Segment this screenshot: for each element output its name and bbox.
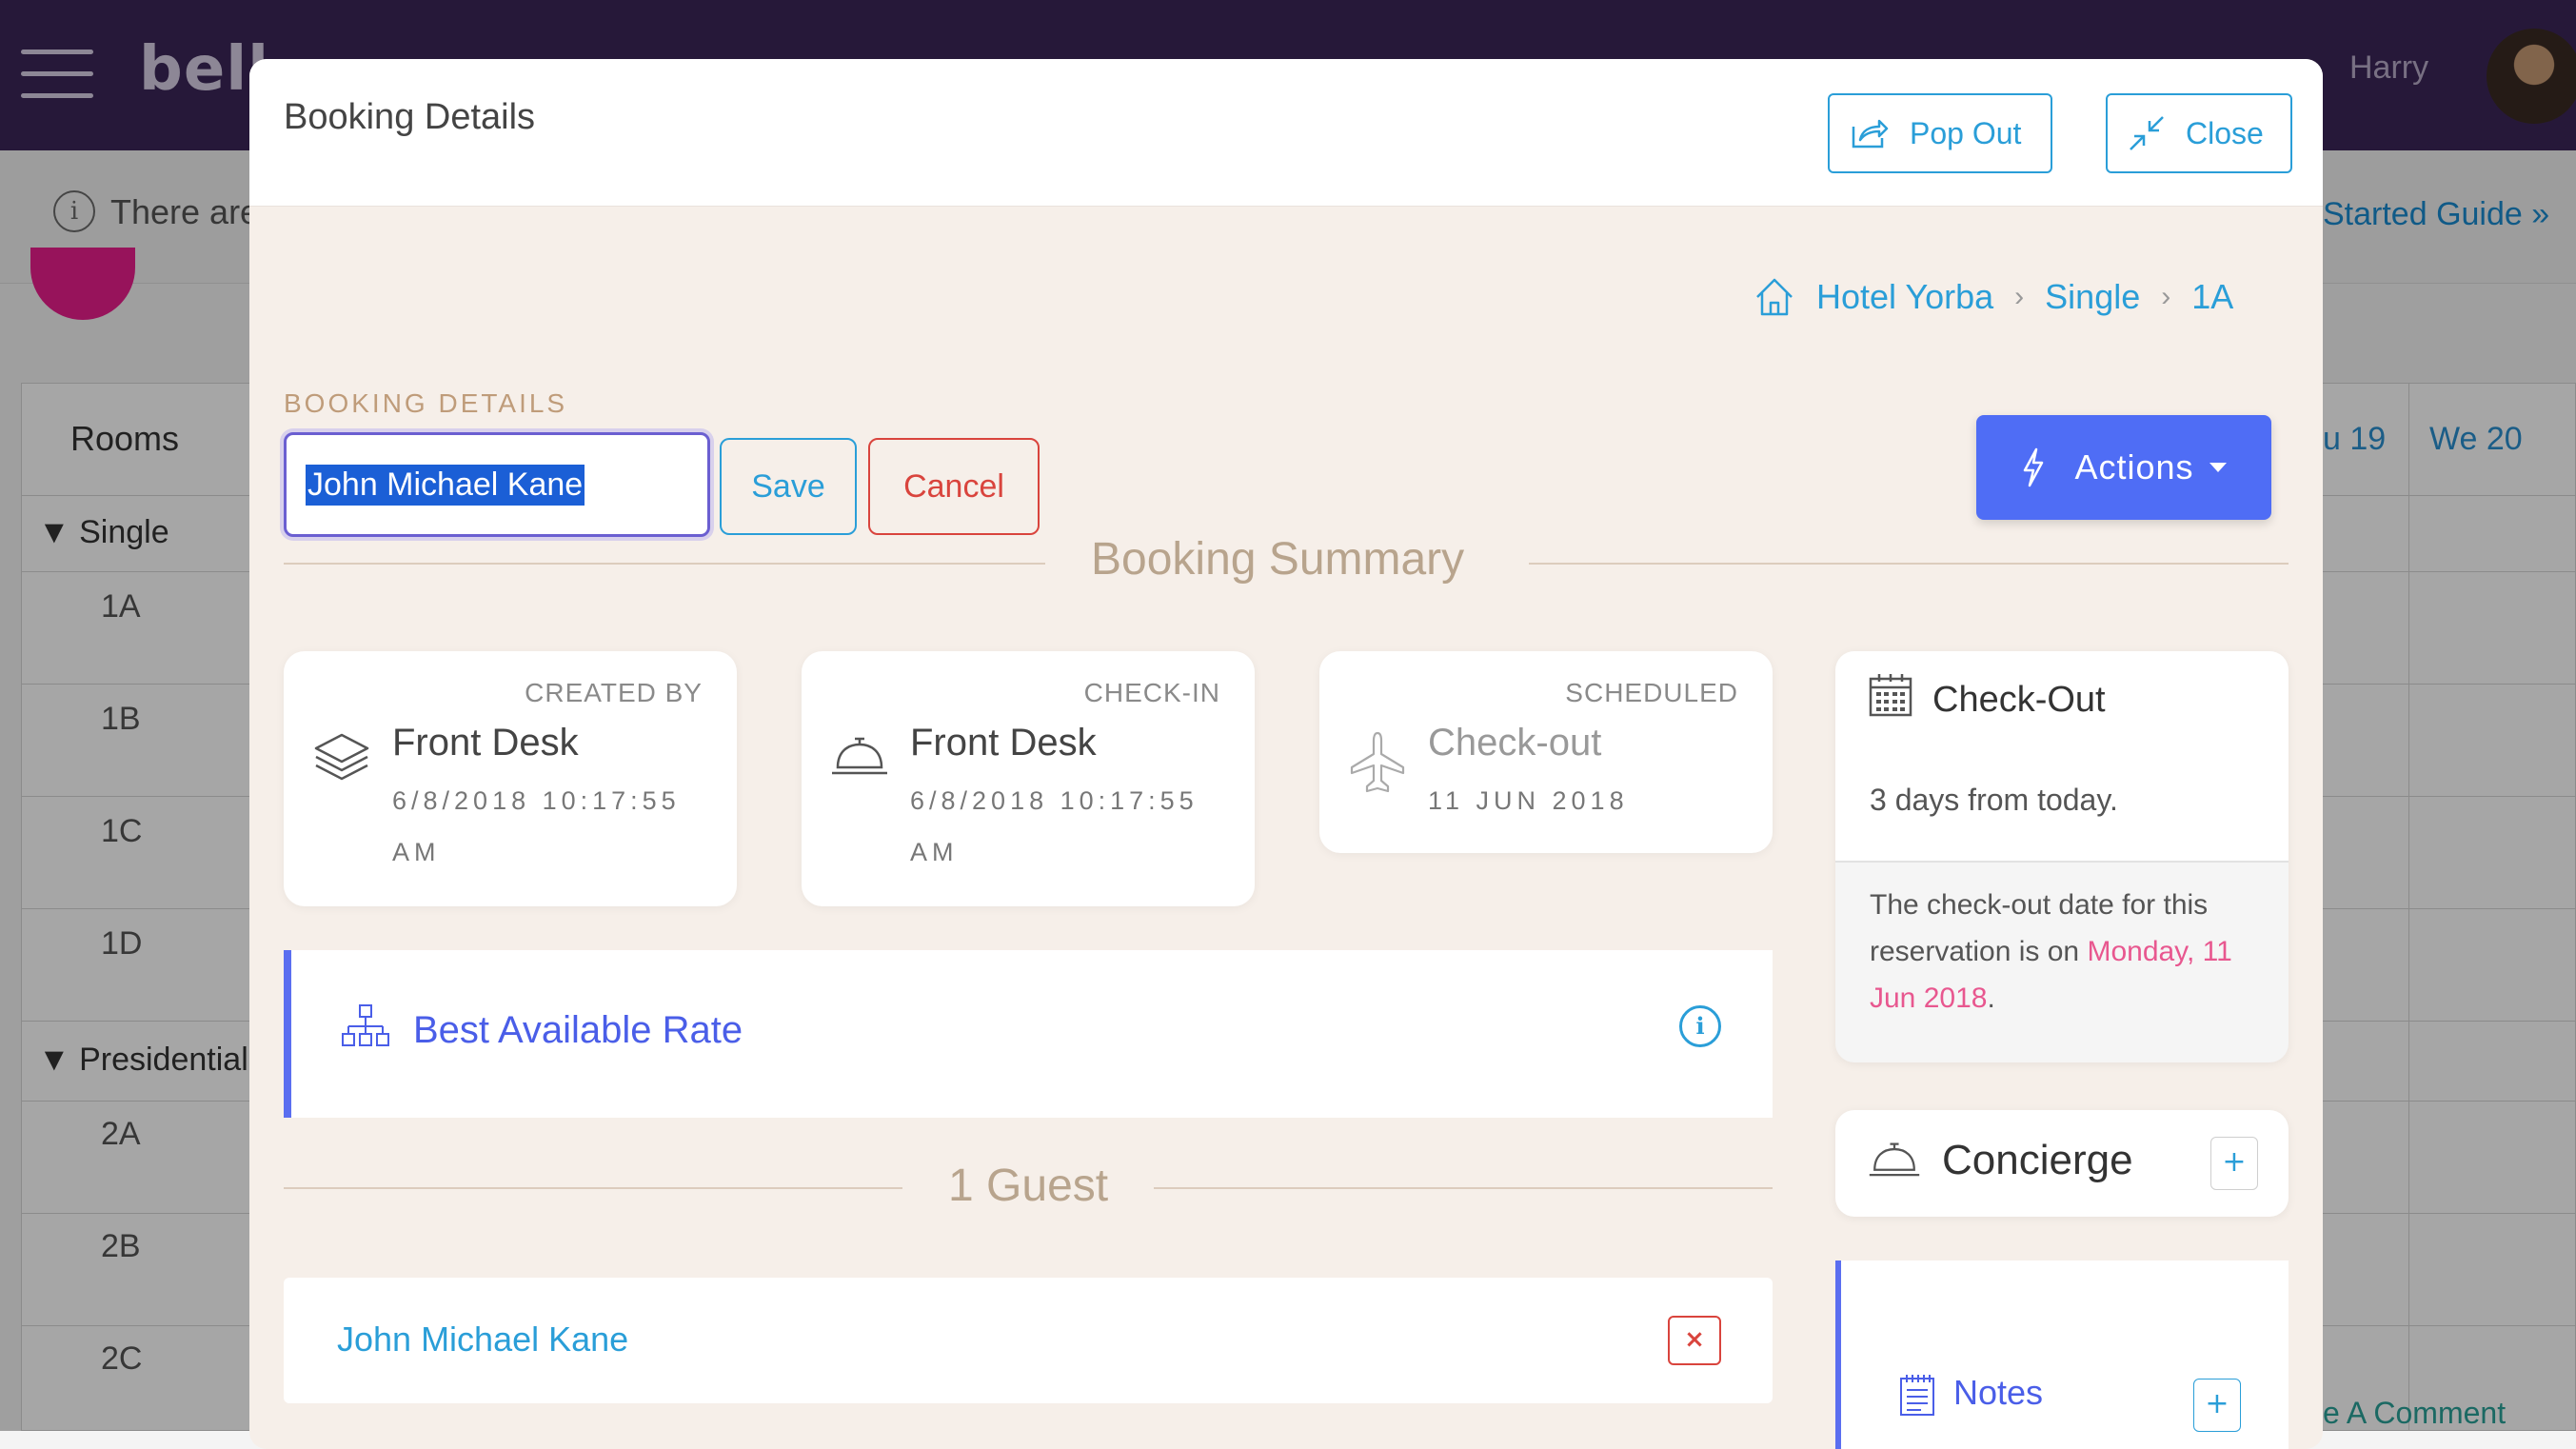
booking-summary-title: Booking Summary — [1091, 534, 1465, 585]
created-by-card: CREATED BY Front Desk 6/8/2018 10:17:55 … — [284, 651, 737, 906]
pop-out-button[interactable]: Pop Out — [1828, 93, 2052, 173]
breadcrumb-room-type[interactable]: Single — [2045, 277, 2140, 317]
notepad-icon — [1900, 1375, 1934, 1416]
created-timestamp: 6/8/2018 10:17:55 AM — [392, 786, 681, 866]
concierge-label: Concierge — [1942, 1137, 2133, 1183]
check-out-card: Check-Out 3 days from today. The check-o… — [1835, 651, 2289, 1062]
collapse-icon — [2130, 116, 2164, 150]
breadcrumb: Hotel Yorba › Single › 1A — [1754, 268, 2233, 326]
check-in-timestamp: 6/8/2018 10:17:55 AM — [910, 786, 1199, 866]
actions-dropdown-button[interactable]: Actions — [1976, 415, 2271, 520]
breadcrumb-hotel[interactable]: Hotel Yorba — [1816, 277, 1993, 317]
airplane-icon — [1350, 731, 1405, 793]
card-label: CHECK-IN — [1083, 678, 1220, 707]
close-button[interactable]: Close — [2106, 93, 2292, 173]
close-label: Close — [2186, 115, 2264, 150]
check-in-value: Front Desk — [910, 722, 1097, 764]
check-out-header: Check-Out 3 days from today. — [1835, 651, 2289, 863]
breadcrumb-separator: › — [2014, 281, 2025, 312]
rate-plan-row[interactable]: Best Available Rate i — [284, 950, 1773, 1118]
card-label: CREATED BY — [525, 678, 703, 707]
check-out-description: The check-out date for this reservation … — [1870, 882, 2269, 1022]
created-by-value: Front Desk — [392, 722, 579, 764]
check-out-days: 3 days from today. — [1870, 783, 2118, 817]
hierarchy-icon — [342, 1004, 389, 1046]
guest-row: John Michael Kane × — [284, 1278, 1773, 1403]
add-note-button[interactable]: + — [2193, 1379, 2241, 1432]
add-concierge-button[interactable]: + — [2210, 1137, 2258, 1190]
check-out-title: Check-Out — [1932, 680, 2106, 720]
section-label: BOOKING DETAILS — [284, 388, 568, 418]
pop-out-label: Pop Out — [1910, 115, 2022, 150]
notes-label: Notes — [1953, 1373, 2044, 1412]
scheduled-date: 11 JUN 2018 — [1428, 786, 1629, 815]
breadcrumb-separator: › — [2161, 281, 2171, 312]
chevron-down-icon — [2209, 463, 2227, 472]
card-label: SCHEDULED — [1565, 678, 1738, 707]
actions-label: Actions — [2074, 447, 2194, 486]
scheduled-card: SCHEDULED Check-out 11 JUN 2018 — [1319, 651, 1773, 853]
concierge-card: Concierge + — [1835, 1110, 2289, 1217]
bell-icon — [1869, 1142, 1920, 1177]
bell-icon — [832, 737, 887, 775]
layers-icon — [314, 733, 369, 781]
booking-name-value: John Michael Kane — [306, 464, 585, 506]
modal-header: Booking Details Pop Out Close — [249, 59, 2323, 207]
rate-plan-name[interactable]: Best Available Rate — [413, 1009, 743, 1052]
lightning-icon — [2024, 447, 2044, 487]
cancel-button[interactable]: Cancel — [868, 438, 1040, 535]
calendar-icon — [1869, 674, 1912, 717]
guest-name-link[interactable]: John Michael Kane — [337, 1320, 628, 1360]
info-icon[interactable]: i — [1679, 1005, 1721, 1047]
booking-name-input[interactable]: John Michael Kane — [284, 432, 710, 537]
share-icon — [1852, 119, 1889, 149]
breadcrumb-room[interactable]: 1A — [2191, 277, 2233, 317]
remove-guest-button[interactable]: × — [1668, 1316, 1721, 1365]
save-button[interactable]: Save — [720, 438, 857, 535]
period: . — [1987, 983, 1995, 1014]
notes-card: Notes + — [1835, 1260, 2289, 1449]
guests-title: 1 Guest — [948, 1161, 1109, 1211]
check-in-card: CHECK-IN Front Desk 6/8/2018 10:17:55 AM — [802, 651, 1255, 906]
booking-details-modal: Booking Details Pop Out Close Hotel Yorb… — [249, 59, 2323, 1449]
scheduled-value: Check-out — [1428, 722, 1602, 764]
modal-title: Booking Details — [284, 97, 536, 137]
home-icon — [1756, 278, 1793, 316]
